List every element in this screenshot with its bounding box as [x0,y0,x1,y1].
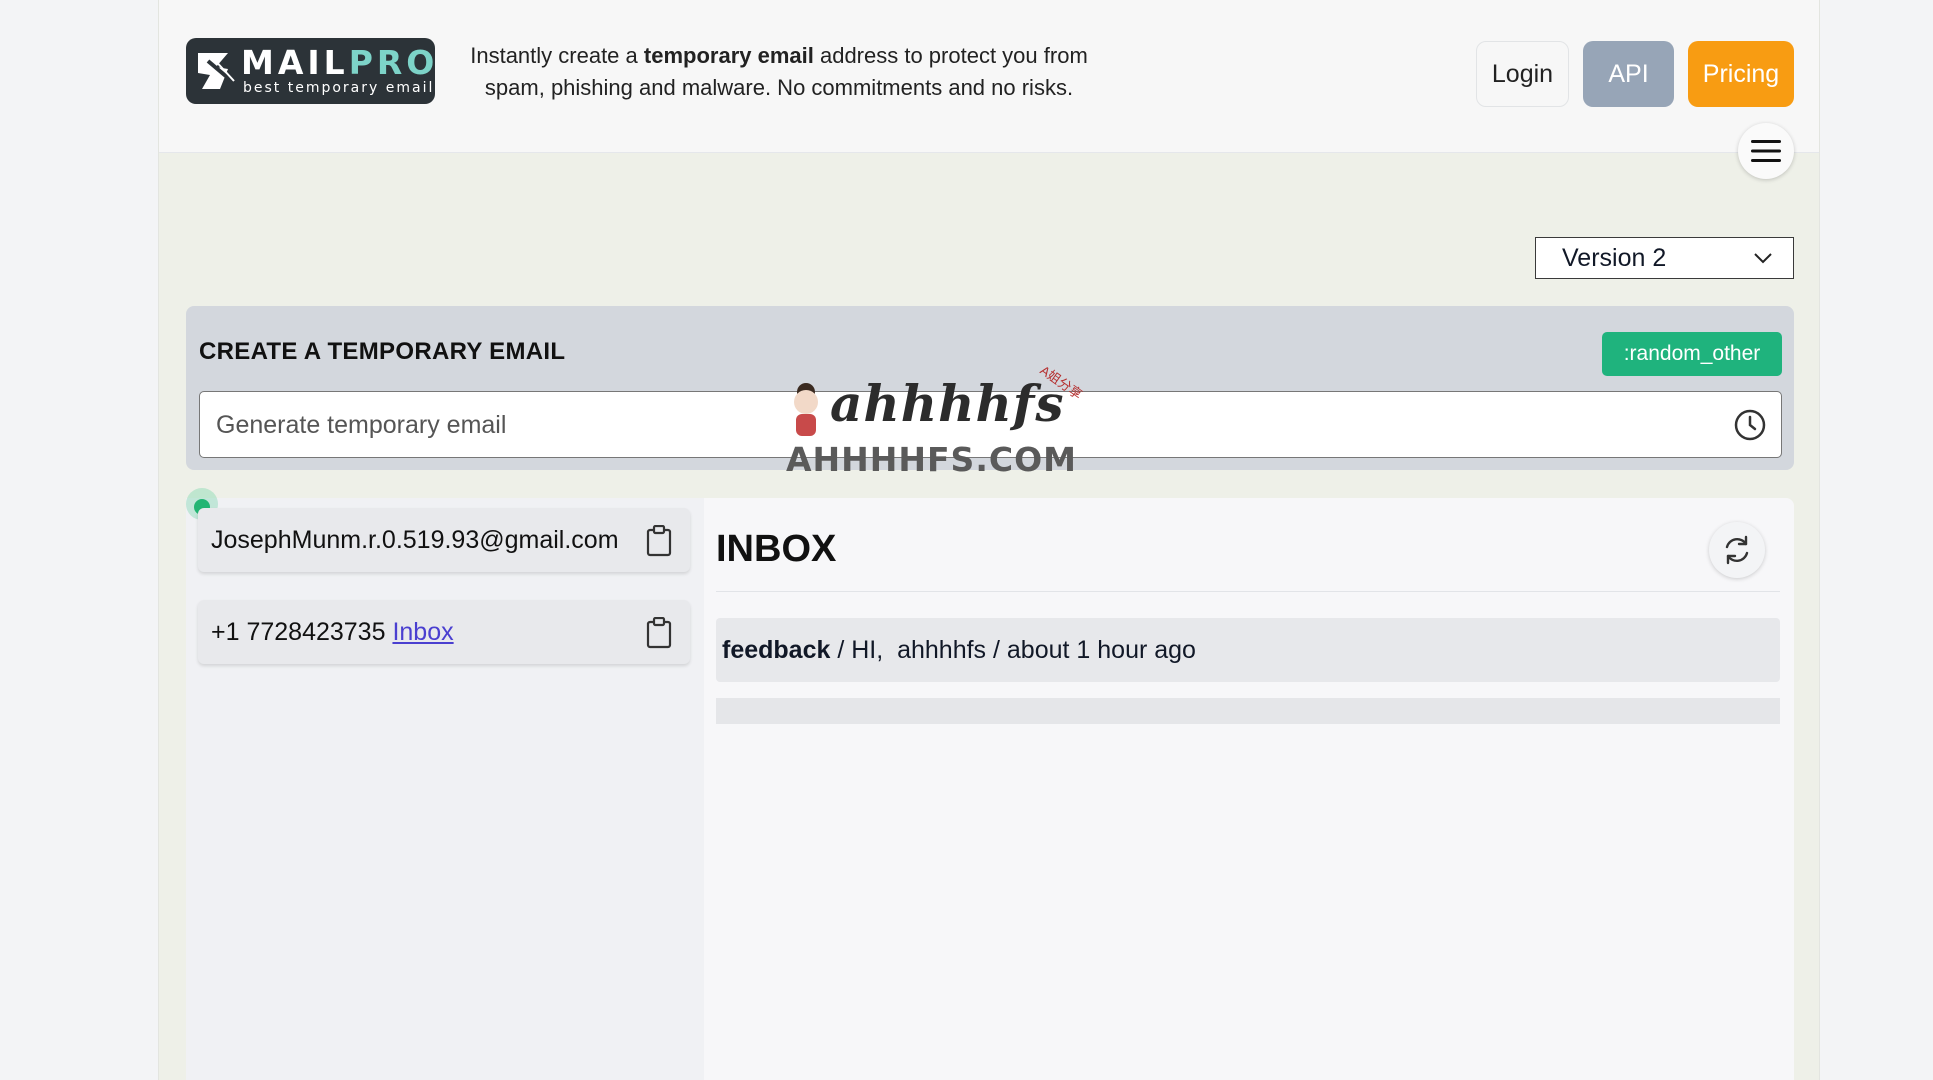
page-frame: MAILPRO best temporary email Instantly c… [158,0,1820,1080]
clipboard-icon[interactable] [646,525,672,557]
api-button[interactable]: API [1583,41,1674,107]
version-select[interactable]: Version 2 [1535,237,1794,279]
email-address-card: JosephMunm.r.0.519.93@gmail.com [198,508,690,572]
hamburger-icon [1751,140,1781,162]
message-sender: feedback [722,636,831,664]
phone-number: +1 7728423735 [211,618,386,646]
create-title: CREATE A TEMPORARY EMAIL [199,338,566,365]
empty-message-row [716,698,1780,724]
logo-subtitle: best temporary email [243,80,435,96]
message-subject: HI, [851,636,884,664]
clipboard-icon[interactable] [646,617,672,649]
generate-email-input[interactable] [214,392,1698,459]
tagline: Instantly create a temporary email addre… [470,43,1088,100]
refresh-button[interactable] [1709,522,1765,578]
logo[interactable]: MAILPRO best temporary email [186,38,435,104]
chevron-down-icon [1754,253,1772,264]
message-row[interactable]: feedback / HI, ahhhhfs / about 1 hour ag… [716,618,1780,682]
logo-mark-icon [198,53,236,89]
inbox-divider [716,591,1780,592]
inbox-panel: INBOX feedback / HI, ahhhhfs / about 1 h… [704,498,1794,1080]
clock-icon[interactable] [1733,408,1767,442]
message-time: about 1 hour ago [1006,636,1196,664]
phone-number-card: +1 7728423735 Inbox [198,600,690,664]
phone-inbox-link[interactable]: Inbox [392,618,453,646]
login-button[interactable]: Login [1476,41,1569,107]
menu-button[interactable] [1738,123,1794,179]
refresh-icon [1725,535,1749,565]
random-other-button[interactable]: :random_other [1602,332,1782,376]
create-email-panel: CREATE A TEMPORARY EMAIL :random_other [186,306,1794,470]
message-from-name: ahhhhfs [897,636,987,664]
pricing-button[interactable]: Pricing [1688,41,1794,107]
phone-number-text: +1 7728423735 Inbox [211,618,454,647]
inbox-title: INBOX [716,528,837,570]
version-select-value: Version 2 [1562,244,1667,272]
logo-text: MAILPRO [241,43,439,82]
header: MAILPRO best temporary email Instantly c… [159,0,1819,153]
address-sidebar: JosephMunm.r.0.519.93@gmail.com +1 77284… [186,488,704,1080]
generate-email-field[interactable] [199,391,1782,459]
email-address: JosephMunm.r.0.519.93@gmail.com [211,526,619,554]
